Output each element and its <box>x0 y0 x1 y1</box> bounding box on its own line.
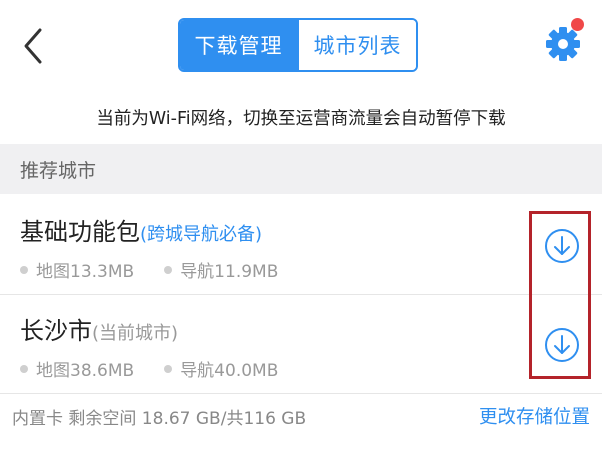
city-name: 长沙市 <box>20 317 92 345</box>
change-storage-link[interactable]: 更改存储位置 <box>479 403 590 429</box>
city-meta: 地图13.3MB 导航11.9MB <box>20 257 278 282</box>
map-size: 地图38.6MB <box>36 361 135 381</box>
storage-footer: 内置卡 剩余空间 18.67 GB/共116 GB 更改存储位置 <box>0 394 602 438</box>
bullet-dot <box>20 364 28 373</box>
top-bar: 下载管理 城市列表 <box>0 0 602 90</box>
city-tag: (跨城导航必备) <box>140 224 263 245</box>
section-header: 推荐城市 <box>0 144 602 194</box>
bullet-dot <box>164 265 173 274</box>
wifi-notice: 当前为Wi-Fi网络，切换至运营商流量会自动暂停下载 <box>96 108 506 129</box>
nav-size: 导航40.0MB <box>180 361 279 381</box>
bullet-dot <box>20 265 28 274</box>
city-title: 基础功能包(跨城导航必备) <box>20 212 262 247</box>
back-button[interactable] <box>14 22 54 70</box>
notification-dot <box>571 18 584 31</box>
city-name: 基础功能包 <box>20 218 140 246</box>
nav-size: 导航11.9MB <box>180 262 279 282</box>
storage-info: 内置卡 剩余空间 18.67 GB/共116 GB <box>12 408 307 429</box>
bullet-dot <box>164 364 173 373</box>
segmented-control: 下载管理 城市列表 <box>178 18 418 72</box>
map-size: 地图13.3MB <box>36 262 135 282</box>
offline-map-download-page: 下载管理 城市列表 当前为Wi-Fi网络，切换至运营商流量会自动暂停下载 推荐城… <box>0 0 602 472</box>
tab-city-list[interactable]: 城市列表 <box>297 20 416 70</box>
chevron-left-icon <box>24 28 42 64</box>
city-tag: (当前城市) <box>92 323 179 344</box>
tab-download-manager[interactable]: 下载管理 <box>180 20 297 70</box>
city-title: 长沙市(当前城市) <box>20 311 178 346</box>
list-item-base-package[interactable]: 基础功能包(跨城导航必备) 地图13.3MB 导航11.9MB <box>0 196 602 294</box>
highlight-box <box>529 211 591 379</box>
list-item-changsha[interactable]: 长沙市(当前城市) 地图38.6MB 导航40.0MB <box>0 295 602 393</box>
city-meta: 地图38.6MB 导航40.0MB <box>20 356 278 381</box>
